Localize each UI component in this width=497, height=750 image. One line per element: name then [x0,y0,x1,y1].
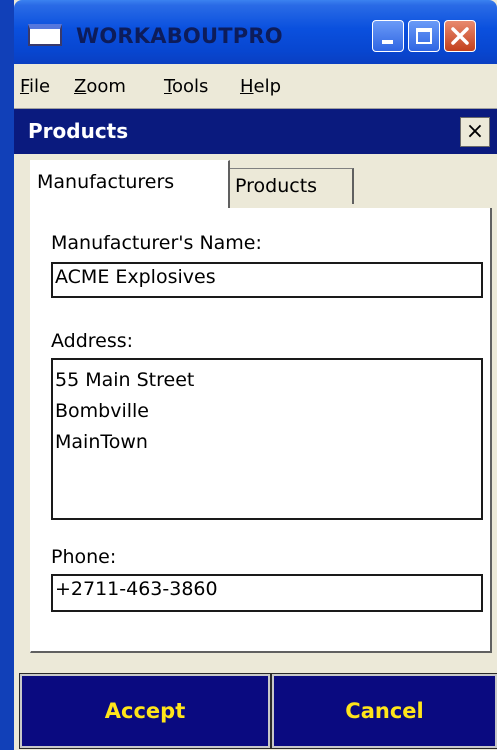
menu-help[interactable]: Help [240,76,281,97]
panel-header: Products × [14,109,497,154]
menu-tools[interactable]: Tools [164,76,208,97]
menu-bar: File Zoom Tools Help [14,64,497,109]
tab-strip: Products Manufacturers [14,154,497,210]
panel-close-button[interactable]: × [460,117,490,147]
title-bar[interactable]: WORKABOUTPRO [14,0,497,64]
manufacturer-form: Manufacturer's Name: ACME Explosives Add… [30,208,492,653]
accept-button[interactable]: Accept [19,673,271,749]
menu-file[interactable]: File [20,76,50,97]
panel-title: Products [28,119,129,143]
tab-products[interactable]: Products [228,168,354,204]
menu-zoom[interactable]: Zoom [74,76,126,97]
address-label: Address: [51,330,134,352]
address-textarea[interactable]: 55 Main Street Bombville MainTown [51,358,483,520]
phone-input[interactable]: +2711-463-3860 [51,574,483,612]
button-bar: Accept Cancel [14,660,497,750]
manufacturer-name-input[interactable]: ACME Explosives [51,262,483,298]
close-icon[interactable] [444,20,476,52]
phone-label: Phone: [51,546,117,568]
cancel-button[interactable]: Cancel [271,673,497,749]
minimize-icon[interactable] [372,20,404,52]
tab-manufacturers[interactable]: Manufacturers [30,160,230,210]
app-window: WORKABOUTPRO File Zoom Tools Help Produc… [14,0,497,750]
name-label: Manufacturer's Name: [51,232,262,254]
window-title: WORKABOUTPRO [76,24,283,48]
window-icon [28,24,62,46]
maximize-icon[interactable] [408,20,440,52]
